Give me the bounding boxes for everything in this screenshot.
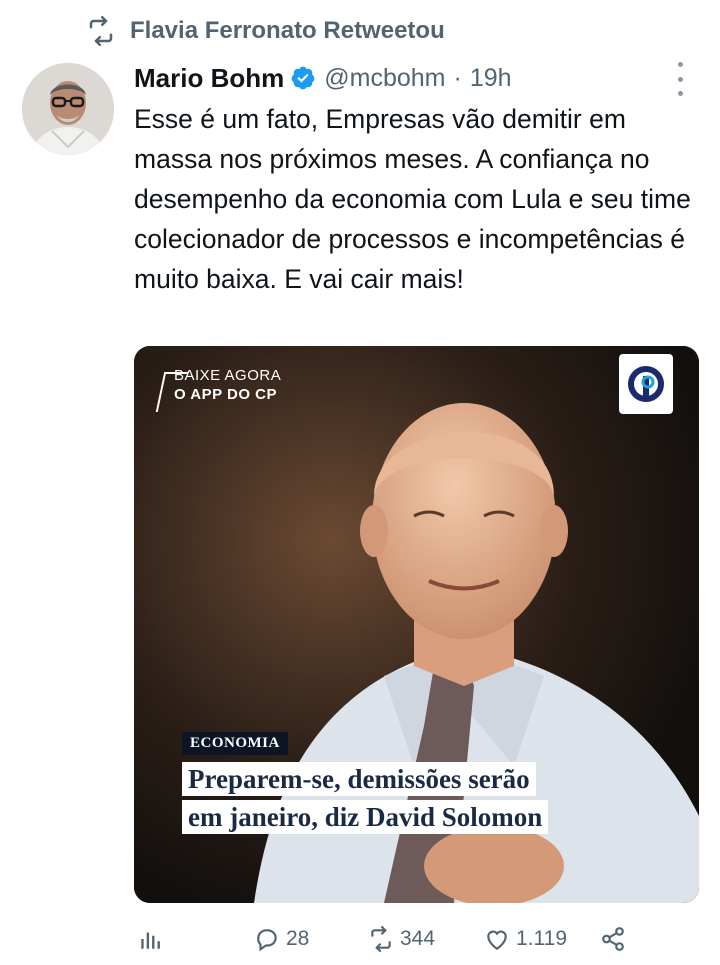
tweet-media-image[interactable]: BAIXE AGORA O APP DO CP ECONOMIA Prepare… bbox=[134, 346, 699, 903]
promo-line-1: BAIXE AGORA bbox=[174, 367, 282, 384]
more-options-icon[interactable] bbox=[668, 62, 692, 96]
publisher-logo-icon bbox=[619, 354, 673, 414]
retweet-label[interactable]: Flavia Ferronato Retweetou bbox=[130, 17, 445, 45]
headline-line-1: Preparem-se, demissões serão bbox=[182, 762, 536, 796]
avatar[interactable] bbox=[22, 63, 114, 155]
separator-dot: · bbox=[453, 63, 462, 92]
share-button[interactable] bbox=[600, 918, 626, 960]
tweet-text: Esse é um fato, Empresas vão demitir em … bbox=[134, 104, 691, 294]
category-tag: ECONOMIA bbox=[182, 732, 288, 755]
retweet-count: 344 bbox=[400, 927, 436, 950]
reply-button[interactable]: 28 bbox=[254, 918, 309, 960]
retweet-icon bbox=[89, 16, 113, 46]
views-button[interactable] bbox=[138, 918, 164, 960]
analytics-icon bbox=[141, 932, 160, 949]
like-count: 1.119 bbox=[516, 927, 567, 950]
retweet-action-icon bbox=[371, 926, 391, 952]
tweet-header: Mario Bohm @mcbohm · 19h bbox=[134, 58, 700, 98]
reply-icon bbox=[257, 929, 277, 952]
promo-text: BAIXE AGORA O APP DO CP bbox=[164, 366, 281, 404]
like-button[interactable]: 1.119 bbox=[484, 918, 567, 960]
heart-icon bbox=[487, 930, 507, 951]
author-name[interactable]: Mario Bohm bbox=[134, 63, 284, 94]
tweet-actions: 28 344 1.119 bbox=[134, 918, 634, 960]
author-handle[interactable]: @mcbohm bbox=[324, 64, 445, 93]
tweet-time[interactable]: 19h bbox=[470, 64, 512, 93]
headline-line-2: em janeiro, diz David Solomon bbox=[182, 800, 549, 834]
promo-line-2: O APP DO CP bbox=[174, 386, 278, 403]
share-icon bbox=[602, 927, 624, 951]
retweet-indicator: Flavia Ferronato Retweetou bbox=[86, 16, 445, 46]
reply-count: 28 bbox=[286, 927, 310, 950]
verified-badge-icon bbox=[291, 66, 315, 90]
retweet-button[interactable]: 344 bbox=[368, 918, 435, 960]
